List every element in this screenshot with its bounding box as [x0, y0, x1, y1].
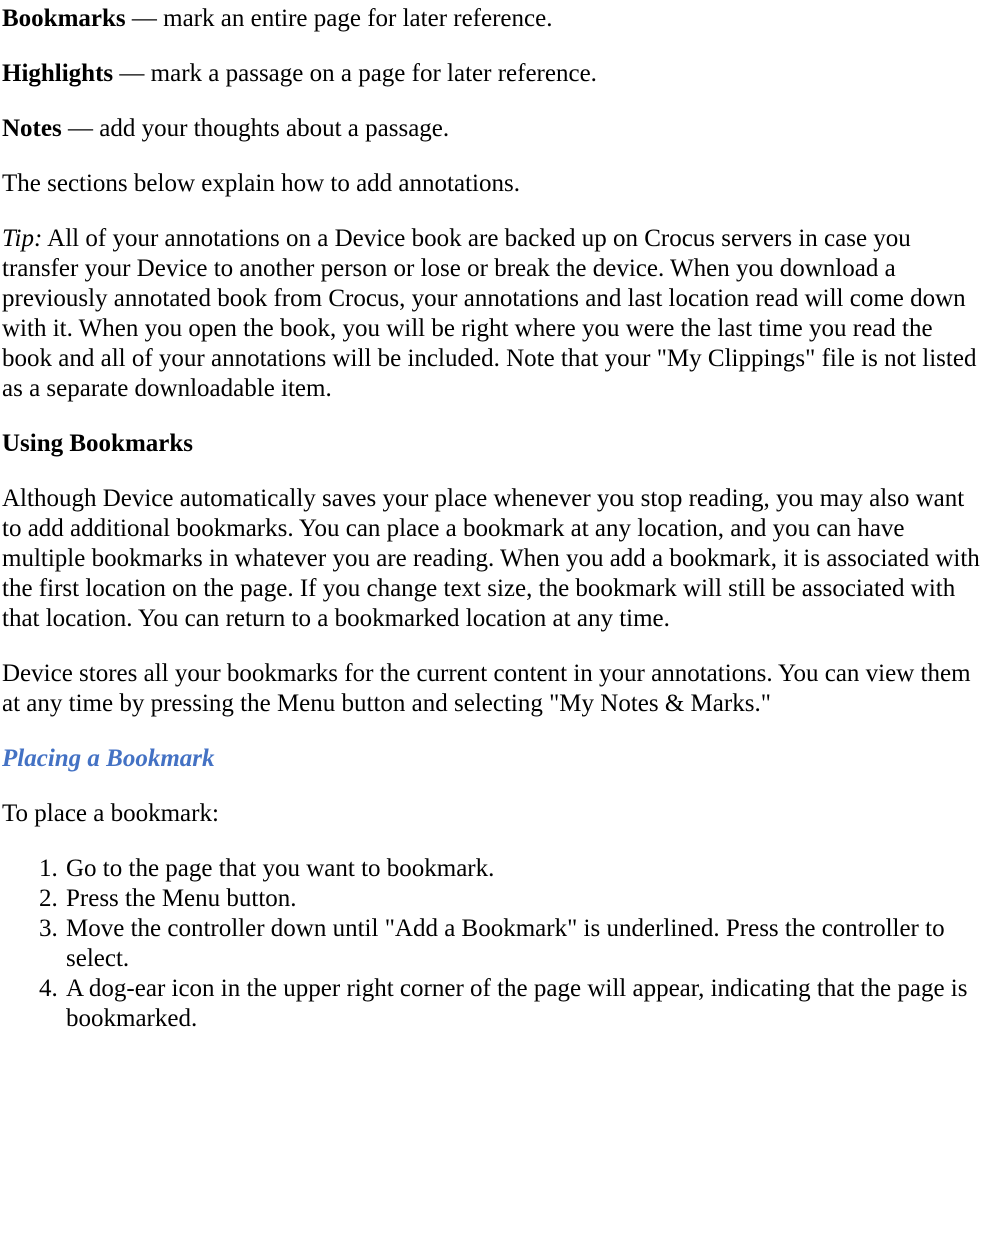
term-notes: Notes	[2, 115, 62, 142]
tip-label: Tip:	[2, 225, 42, 252]
definition-bookmarks: Bookmarks — mark an entire page for late…	[2, 4, 985, 34]
step-4: A dog-ear icon in the upper right corner…	[64, 974, 985, 1034]
desc-bookmarks: — mark an entire page for later referenc…	[126, 5, 553, 32]
tip-paragraph: Tip: All of your annotations on a Device…	[2, 224, 985, 404]
tip-body: All of your annotations on a Device book…	[2, 225, 976, 402]
using-bookmarks-p2: Device stores all your bookmarks for the…	[2, 659, 985, 719]
heading-using-bookmarks: Using Bookmarks	[2, 429, 985, 459]
step-1: Go to the page that you want to bookmark…	[64, 854, 985, 884]
desc-highlights: — mark a passage on a page for later ref…	[113, 60, 597, 87]
using-bookmarks-p1: Although Device automatically saves your…	[2, 484, 985, 634]
placing-bookmark-intro: To place a bookmark:	[2, 799, 985, 829]
definition-highlights: Highlights — mark a passage on a page fo…	[2, 59, 985, 89]
definition-notes: Notes — add your thoughts about a passag…	[2, 114, 985, 144]
step-3: Move the controller down until "Add a Bo…	[64, 914, 985, 974]
intro-text: The sections below explain how to add an…	[2, 169, 985, 199]
term-bookmarks: Bookmarks	[2, 5, 126, 32]
heading-placing-bookmark: Placing a Bookmark	[2, 744, 985, 774]
desc-notes: — add your thoughts about a passage.	[62, 115, 449, 142]
placing-bookmark-steps: Go to the page that you want to bookmark…	[2, 854, 985, 1034]
term-highlights: Highlights	[2, 60, 113, 87]
step-2: Press the Menu button.	[64, 884, 985, 914]
